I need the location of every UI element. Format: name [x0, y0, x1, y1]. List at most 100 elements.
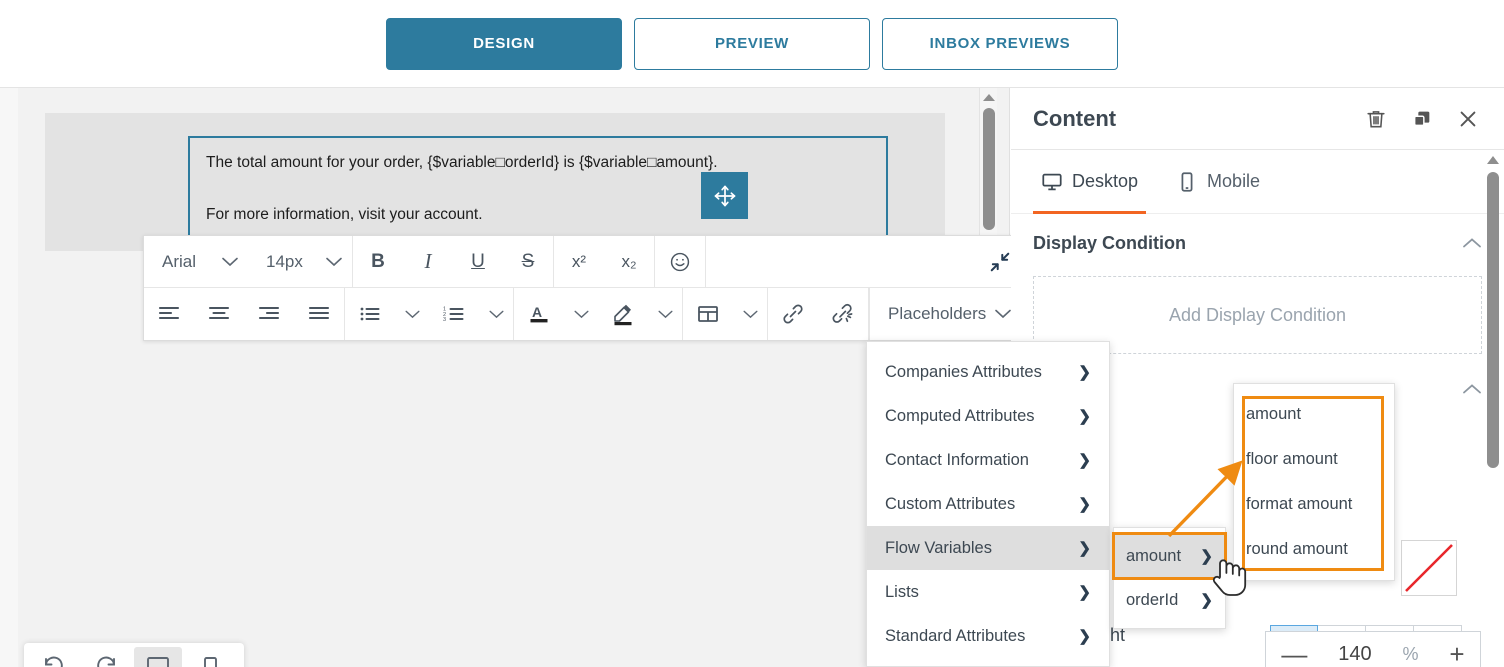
- strikethrough-button[interactable]: S: [503, 236, 553, 288]
- submenu-item-orderid[interactable]: orderId ❯: [1114, 578, 1225, 622]
- tab-preview[interactable]: PREVIEW: [634, 18, 870, 70]
- font-group: Arial 14px: [144, 236, 353, 287]
- move-arrows-icon[interactable]: [701, 172, 748, 219]
- close-icon[interactable]: [1454, 105, 1482, 133]
- chevron-right-icon: ❯: [1078, 539, 1091, 557]
- chevron-right-icon: ❯: [1200, 547, 1213, 565]
- font-size-select[interactable]: 14px: [248, 236, 352, 288]
- bullet-list-dropdown[interactable]: [395, 288, 429, 340]
- align-left-icon[interactable]: [144, 288, 194, 340]
- chevron-up-icon[interactable]: [1462, 237, 1482, 249]
- text-color-icon[interactable]: A: [514, 288, 564, 340]
- display-condition-section-header[interactable]: Display Condition: [1011, 214, 1504, 272]
- undo-icon[interactable]: [30, 647, 78, 667]
- tab-desktop[interactable]: Desktop: [1033, 150, 1146, 214]
- menu-item-standard-attributes[interactable]: Standard Attributes ❯: [867, 614, 1109, 658]
- italic-button[interactable]: I: [403, 236, 453, 288]
- chevron-right-icon: ❯: [1078, 407, 1091, 425]
- emoji-group: [655, 236, 706, 287]
- remove-link-icon[interactable]: [818, 288, 868, 340]
- link-group: [768, 288, 869, 340]
- email-content-block[interactable]: The total amount for your order, {$varia…: [45, 113, 945, 251]
- menu-item-flow-variables[interactable]: Flow Variables ❯: [867, 526, 1109, 570]
- panel-actions: [1362, 105, 1482, 133]
- email-text-line-1: The total amount for your order, {$varia…: [206, 152, 870, 174]
- tab-mobile[interactable]: Mobile: [1168, 150, 1268, 214]
- text-color-dropdown[interactable]: [564, 288, 598, 340]
- trash-icon[interactable]: [1362, 105, 1390, 133]
- stepper-value[interactable]: 140: [1338, 643, 1371, 666]
- canvas-scroll-thumb[interactable]: [983, 108, 995, 230]
- font-size-value: 14px: [266, 252, 303, 272]
- placeholders-button[interactable]: Placeholders: [869, 288, 1029, 340]
- menu-item-lists[interactable]: Lists ❯: [867, 570, 1109, 614]
- mobile-icon: [1176, 171, 1198, 193]
- superscript-button[interactable]: x²: [554, 236, 604, 288]
- rich-text-toolbar: Arial 14px B I U S x²: [143, 235, 1029, 341]
- submenu-item-amount[interactable]: amount ❯: [1114, 534, 1225, 578]
- submenu-item-label: orderId: [1126, 591, 1178, 610]
- panel-scrollbar[interactable]: [1485, 156, 1501, 667]
- bullet-list-icon[interactable]: [345, 288, 395, 340]
- align-justify-icon[interactable]: [294, 288, 344, 340]
- duplicate-icon[interactable]: [1408, 105, 1436, 133]
- chevron-up-icon[interactable]: [1462, 383, 1482, 395]
- line-height-stepper[interactable]: — 140 % +: [1265, 631, 1481, 667]
- submenu-item-amount-plain[interactable]: amount: [1234, 392, 1394, 437]
- underline-label: U: [471, 251, 485, 273]
- subscript-button[interactable]: x₂: [604, 236, 654, 288]
- tab-inbox-previews[interactable]: INBOX PREVIEWS: [882, 18, 1118, 70]
- italic-label: I: [425, 249, 432, 274]
- submenu-item-label: amount: [1246, 405, 1301, 424]
- display-condition-title: Display Condition: [1033, 233, 1186, 254]
- font-family-value: Arial: [162, 252, 196, 272]
- stepper-increment-button[interactable]: +: [1449, 641, 1464, 667]
- tab-preview-label: PREVIEW: [715, 35, 789, 52]
- chevron-right-icon: ❯: [1078, 627, 1091, 645]
- selected-text-block[interactable]: The total amount for your order, {$varia…: [188, 136, 888, 240]
- desktop-view-icon[interactable]: [134, 647, 182, 667]
- toolbar-spacer: [706, 236, 972, 287]
- canvas-left-rail: [0, 88, 18, 667]
- numbered-list-icon[interactable]: 1 2 3: [429, 288, 479, 340]
- menu-item-custom-attributes[interactable]: Custom Attributes ❯: [867, 482, 1109, 526]
- align-center-icon[interactable]: [194, 288, 244, 340]
- underline-button[interactable]: U: [453, 236, 503, 288]
- emoji-button[interactable]: [655, 236, 705, 288]
- scroll-up-arrow-icon[interactable]: [983, 94, 995, 101]
- chevron-down-icon: [222, 257, 238, 267]
- menu-item-label: Lists: [885, 583, 919, 602]
- font-family-select[interactable]: Arial: [144, 236, 248, 288]
- table-icon[interactable]: [683, 288, 733, 340]
- highlight-color-icon[interactable]: [598, 288, 648, 340]
- email-canvas: The total amount for your order, {$varia…: [0, 88, 1010, 667]
- desktop-icon: [1041, 171, 1063, 193]
- numbered-list-dropdown[interactable]: [479, 288, 513, 340]
- submenu-item-round-amount[interactable]: round amount: [1234, 527, 1394, 572]
- align-right-icon[interactable]: [244, 288, 294, 340]
- panel-scroll-thumb[interactable]: [1487, 172, 1499, 468]
- rte-row-bottom: 1 2 3 A: [144, 288, 1028, 340]
- stepper-decrement-button[interactable]: —: [1281, 641, 1307, 667]
- tab-design[interactable]: DESIGN: [386, 18, 622, 70]
- submenu-item-floor-amount[interactable]: floor amount: [1234, 437, 1394, 482]
- submenu-item-format-amount[interactable]: format amount: [1234, 482, 1394, 527]
- menu-item-contact-information[interactable]: Contact Information ❯: [867, 438, 1109, 482]
- page-title: Content: [1033, 106, 1116, 132]
- highlight-color-dropdown[interactable]: [648, 288, 682, 340]
- tab-inbox-previews-label: INBOX PREVIEWS: [930, 35, 1071, 52]
- chevron-right-icon: ❯: [1078, 363, 1091, 381]
- panel-scroll-up-arrow-icon[interactable]: [1487, 156, 1499, 164]
- svg-text:A: A: [532, 304, 542, 320]
- redo-icon[interactable]: [82, 647, 130, 667]
- no-color-swatch-icon[interactable]: [1401, 540, 1457, 596]
- insert-link-icon[interactable]: [768, 288, 818, 340]
- menu-item-companies-attributes[interactable]: Companies Attributes ❯: [867, 350, 1109, 394]
- table-dropdown[interactable]: [733, 288, 767, 340]
- bottom-toolbar: [24, 643, 244, 667]
- bold-button[interactable]: B: [353, 236, 403, 288]
- menu-item-label: Custom Attributes: [885, 495, 1015, 514]
- mobile-view-icon[interactable]: [186, 647, 234, 667]
- menu-item-computed-attributes[interactable]: Computed Attributes ❯: [867, 394, 1109, 438]
- script-group: x² x₂: [554, 236, 655, 287]
